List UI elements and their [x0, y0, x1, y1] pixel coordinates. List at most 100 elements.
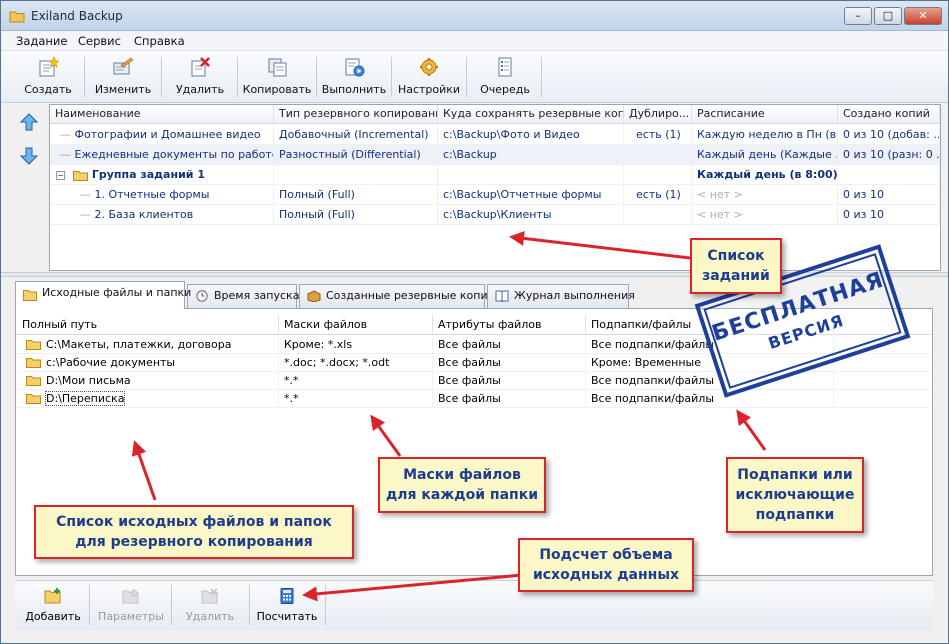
job-name: 1. Отчетные формы	[94, 188, 210, 201]
col-copies[interactable]: Создано копий	[838, 105, 940, 124]
move-up-icon[interactable]	[19, 112, 39, 132]
calculate-button[interactable]: Посчитать	[253, 583, 321, 627]
file-path: C:\Макеты, платежки, договора	[46, 338, 232, 351]
tree-line: —	[60, 148, 75, 161]
job-dup	[624, 205, 692, 225]
tab-source-files[interactable]: Исходные файлы и папки	[15, 281, 191, 309]
job-schedule: < нет >	[692, 185, 838, 205]
parameters-label: Параметры	[98, 610, 164, 623]
collapse-toggle-icon[interactable]: −	[56, 170, 65, 180]
files-toolbar: Добавить Параметры Удалить Посчитать	[15, 580, 933, 630]
file-path: D:\Переписка	[44, 391, 126, 406]
col-schedule[interactable]: Расписание	[692, 105, 838, 124]
copy-icon	[268, 58, 287, 77]
folder-icon	[26, 339, 41, 350]
file-attrs: Все файлы	[433, 390, 586, 408]
group-schedule: Каждый день (в 8:00)	[692, 165, 838, 185]
add-label: Добавить	[25, 610, 81, 623]
toolbar-separator	[325, 585, 326, 625]
job-row[interactable]: — Фотографии и Домашнее видео Добавочный…	[50, 125, 940, 145]
close-button[interactable]: ✕	[904, 7, 942, 25]
tree-line: —	[80, 208, 95, 221]
job-name: 2. База клиентов	[94, 208, 194, 221]
add-button[interactable]: Добавить	[21, 583, 85, 627]
group-type	[274, 165, 438, 185]
delete-icon	[191, 57, 210, 77]
callout-calculate: Подсчет объема исходных данных	[518, 538, 694, 592]
edit-button[interactable]: Изменить	[89, 53, 157, 99]
file-mask: *.*	[279, 372, 433, 390]
col-file-attrs[interactable]: Атрибуты файлов	[433, 315, 586, 335]
col-file-masks[interactable]: Маски файлов	[279, 315, 433, 335]
folder-icon	[26, 393, 41, 404]
menu-task[interactable]: Задание	[16, 34, 68, 48]
job-name-cell: — 2. База клиентов	[50, 205, 274, 225]
job-name-cell: — Ежедневные документы по работе	[50, 145, 274, 165]
queue-button[interactable]: Очередь	[473, 53, 537, 99]
job-dest: c:\Backup	[438, 145, 624, 165]
tab-schedule[interactable]: Время запуска	[187, 284, 299, 308]
file-mask: *.doc; *.docx; *.odt	[279, 354, 433, 372]
maximize-button[interactable]: □	[874, 7, 902, 25]
callout-jobs-list: Список заданий	[690, 238, 782, 294]
col-type[interactable]: Тип резервного копирования	[274, 105, 438, 124]
group-copies	[838, 165, 940, 185]
run-icon	[345, 58, 365, 77]
toolbar-separator	[237, 57, 238, 97]
tab-label: Исходные файлы и папки	[42, 286, 192, 299]
jobs-panel: Наименование Тип резервного копирования …	[1, 104, 948, 272]
folder-icon	[23, 290, 37, 301]
calculator-icon	[280, 588, 294, 604]
job-schedule: Каждый день (Каждые ...	[692, 145, 838, 165]
clock-icon	[196, 290, 208, 302]
parameters-button[interactable]: Параметры	[95, 583, 167, 627]
settings-button[interactable]: Настройки	[396, 53, 462, 99]
file-subfolders: Все подпапки/файлы	[586, 372, 834, 390]
file-row[interactable]: D:\Переписка *.* Все файлы Все подпапки/…	[17, 390, 931, 408]
menu-help[interactable]: Справка	[134, 34, 185, 48]
job-row[interactable]: — 2. База клиентов Полный (Full) c:\Back…	[50, 205, 940, 225]
file-subfolders: Все подпапки/файлы	[586, 390, 834, 408]
menu-bar: Задание Сервис Справка	[1, 31, 948, 51]
toolbar-separator	[316, 57, 317, 97]
toolbar-separator	[541, 57, 542, 97]
remove-button[interactable]: Удалить	[175, 583, 245, 627]
job-dest: c:\Backup\Клиенты	[438, 205, 624, 225]
delete-button[interactable]: Удалить	[167, 53, 233, 99]
job-type: Добавочный (Incremental)	[274, 125, 438, 145]
toolbar-separator	[466, 57, 467, 97]
job-name-cell: — 1. Отчетные формы	[50, 185, 274, 205]
tab-log[interactable]: Журнал выполнения	[487, 284, 635, 308]
minimize-button[interactable]: –	[844, 7, 872, 25]
toolbar-separator	[161, 57, 162, 97]
delete-label: Удалить	[175, 83, 225, 96]
col-duplicate[interactable]: Дублиро...	[624, 105, 692, 124]
file-mask: *.*	[279, 390, 433, 408]
menu-service[interactable]: Сервис	[78, 34, 121, 48]
job-row[interactable]: — 1. Отчетные формы Полный (Full) c:\Bac…	[50, 185, 940, 205]
job-row[interactable]: — Ежедневные документы по работе Разност…	[50, 145, 940, 165]
create-button[interactable]: Создать	[17, 53, 79, 99]
col-destination[interactable]: Куда сохранять резервные копии	[438, 105, 624, 124]
toolbar-separator	[391, 57, 392, 97]
callout-subfolders: Подпапки или исключающие подпапки	[726, 457, 864, 533]
group-name-cell: − Группа заданий 1	[50, 165, 274, 185]
add-folder-icon	[44, 588, 61, 604]
job-group-row[interactable]: − Группа заданий 1 Каждый день (в 8:00)	[50, 165, 940, 185]
title-bar: Exiland Backup – □ ✕	[1, 1, 948, 31]
folder-icon	[26, 375, 41, 386]
move-down-icon[interactable]	[19, 146, 39, 166]
job-name: Ежедневные документы по работе	[74, 148, 274, 161]
group-dest	[438, 165, 624, 185]
job-name: Фотографии и Домашнее видео	[74, 128, 261, 141]
run-button[interactable]: Выполнить	[321, 53, 387, 99]
copy-button[interactable]: Копировать	[242, 53, 312, 99]
job-dest: c:\Backup\Отчетные формы	[438, 185, 624, 205]
file-attrs: Все файлы	[433, 336, 586, 354]
jobs-grid-header: Наименование Тип резервного копирования …	[50, 105, 940, 124]
folder-icon	[26, 357, 41, 368]
col-full-path[interactable]: Полный путь	[17, 315, 279, 335]
col-name[interactable]: Наименование	[50, 105, 274, 124]
tab-backups[interactable]: Созданные резервные копии	[299, 284, 495, 308]
app-folder-icon	[9, 11, 25, 23]
